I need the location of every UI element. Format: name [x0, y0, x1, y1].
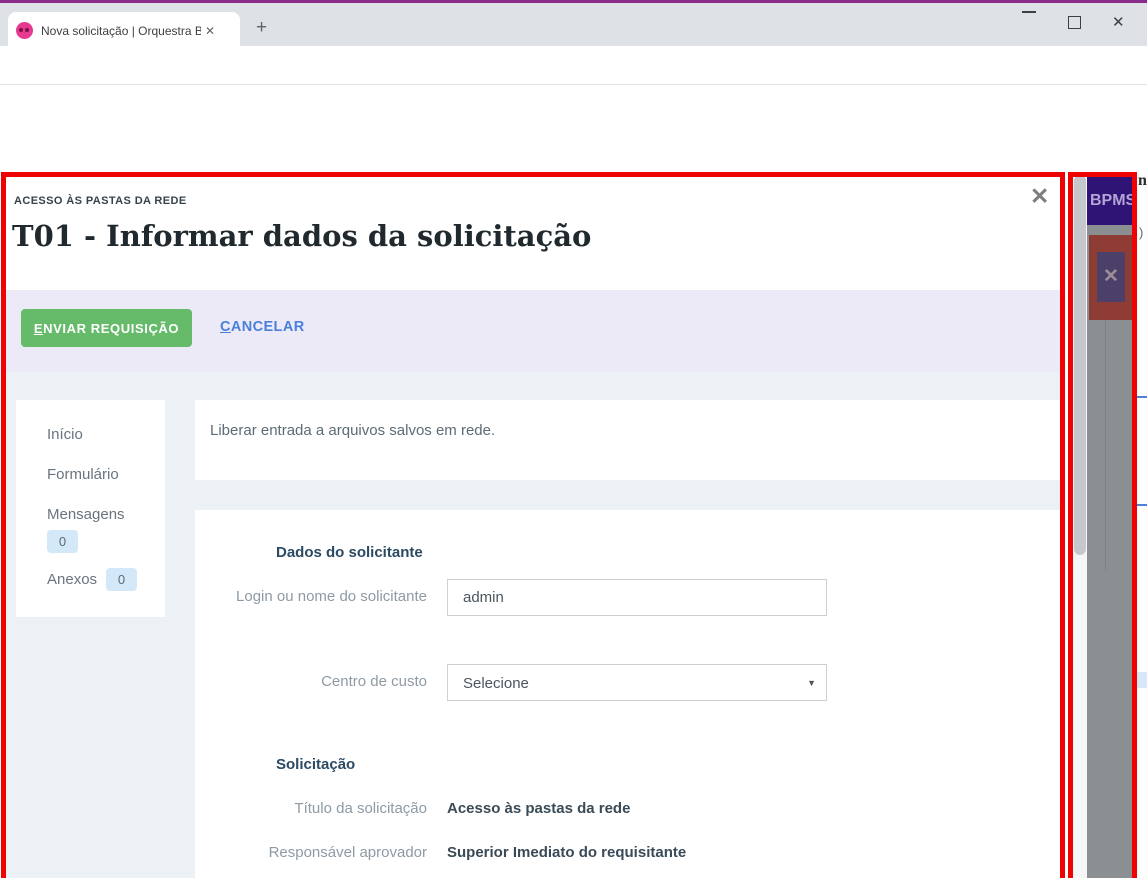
modal-close-icon[interactable]: ✕ — [1030, 183, 1049, 210]
description-card: Liberar entrada a arquivos salvos em red… — [195, 400, 1060, 480]
titulo-value: Acesso às pastas da rede — [447, 800, 631, 817]
mensagens-count-badge: 0 — [47, 530, 78, 553]
clipped-link-underline-2 — [1137, 504, 1147, 506]
select-dropdown-icon: ▼ — [807, 678, 816, 688]
bpms-brand-header: BPMS — [1087, 177, 1132, 225]
section-dados-solicitante: Dados do solicitante — [276, 544, 423, 561]
cancel-accesskey: C — [220, 319, 231, 335]
browser-toolbar: ← → ⟳ ⓘ localhost:91/2.0/request?c=GPcQt… — [0, 46, 1147, 126]
section-solicitacao: Solicitação — [276, 756, 356, 773]
sidebar-item-anexos[interactable]: Anexos — [47, 571, 97, 588]
site-favicon-icon — [16, 22, 33, 39]
sidebar-item-mensagens[interactable]: Mensagens — [47, 506, 125, 523]
centro-custo-select[interactable]: Selecione ▼ — [447, 664, 827, 701]
dimmed-background-page: BPMS ✕ — [1087, 175, 1132, 878]
modal-title: T01 - Informar dados da solicitação — [12, 219, 592, 253]
page-background: ACESSO ÀS PASTAS DA REDE T01 - Informar … — [0, 85, 1147, 878]
tab-close-icon[interactable]: ✕ — [205, 24, 215, 38]
submit-label: NVIAR REQUISIÇÃO — [43, 320, 180, 336]
cancel-label: ANCELAR — [230, 319, 305, 335]
page-scrollbar-thumb[interactable] — [1074, 175, 1086, 555]
clipped-blue-badge — [1137, 672, 1147, 688]
sidebar-item-inicio[interactable]: Início — [47, 426, 83, 443]
new-tab-button[interactable]: + — [256, 17, 267, 39]
window-close-icon[interactable]: ✕ — [1112, 13, 1125, 31]
login-input[interactable] — [447, 579, 827, 616]
responsavel-value: Superior Imediato do requisitante — [447, 844, 687, 861]
form-card: Dados do solicitante Login ou nome do so… — [195, 510, 1060, 878]
cancelar-link[interactable]: CANCELAR — [220, 319, 305, 335]
clipped-text-fragment: n — [1138, 172, 1147, 189]
anexos-count-badge: 0 — [106, 568, 137, 591]
submit-accesskey: E — [33, 320, 44, 336]
tab-bar: Nova solicitação | Orquestra BPM ✕ + ✕ — [0, 3, 1147, 49]
window-maximize-icon[interactable] — [1068, 16, 1081, 29]
background-close-icon[interactable]: ✕ — [1097, 252, 1125, 302]
centro-custo-selected-value: Selecione — [463, 675, 529, 692]
clipped-text-fragment-2: ) — [1139, 225, 1144, 240]
page-edge-sliver: n ) — [1137, 170, 1147, 878]
process-name-kicker: ACESSO ÀS PASTAS DA REDE — [14, 195, 187, 207]
responsavel-label: Responsável aprovador — [268, 844, 427, 861]
browser-tab[interactable]: Nova solicitação | Orquestra BPM ✕ — [8, 12, 240, 49]
window-minimize-icon[interactable] — [1022, 11, 1036, 13]
enviar-requisicao-button[interactable]: ENVIAR REQUISIÇÃO — [21, 309, 192, 347]
background-divider — [1105, 320, 1106, 570]
centro-custo-label: Centro de custo — [321, 673, 427, 690]
process-description: Liberar entrada a arquivos salvos em red… — [210, 422, 496, 439]
tab-title: Nova solicitação | Orquestra BPM — [41, 23, 201, 38]
titulo-label: Título da solicitação — [294, 800, 427, 817]
login-label: Login ou nome do solicitante — [236, 588, 427, 605]
clipped-link-underline — [1137, 396, 1147, 398]
screenshot-stage: Nova solicitação | Orquestra BPM ✕ + ✕ ←… — [0, 0, 1147, 878]
background-red-panel: ✕ — [1089, 235, 1132, 320]
sidebar-item-formulario[interactable]: Formulário — [47, 466, 119, 483]
